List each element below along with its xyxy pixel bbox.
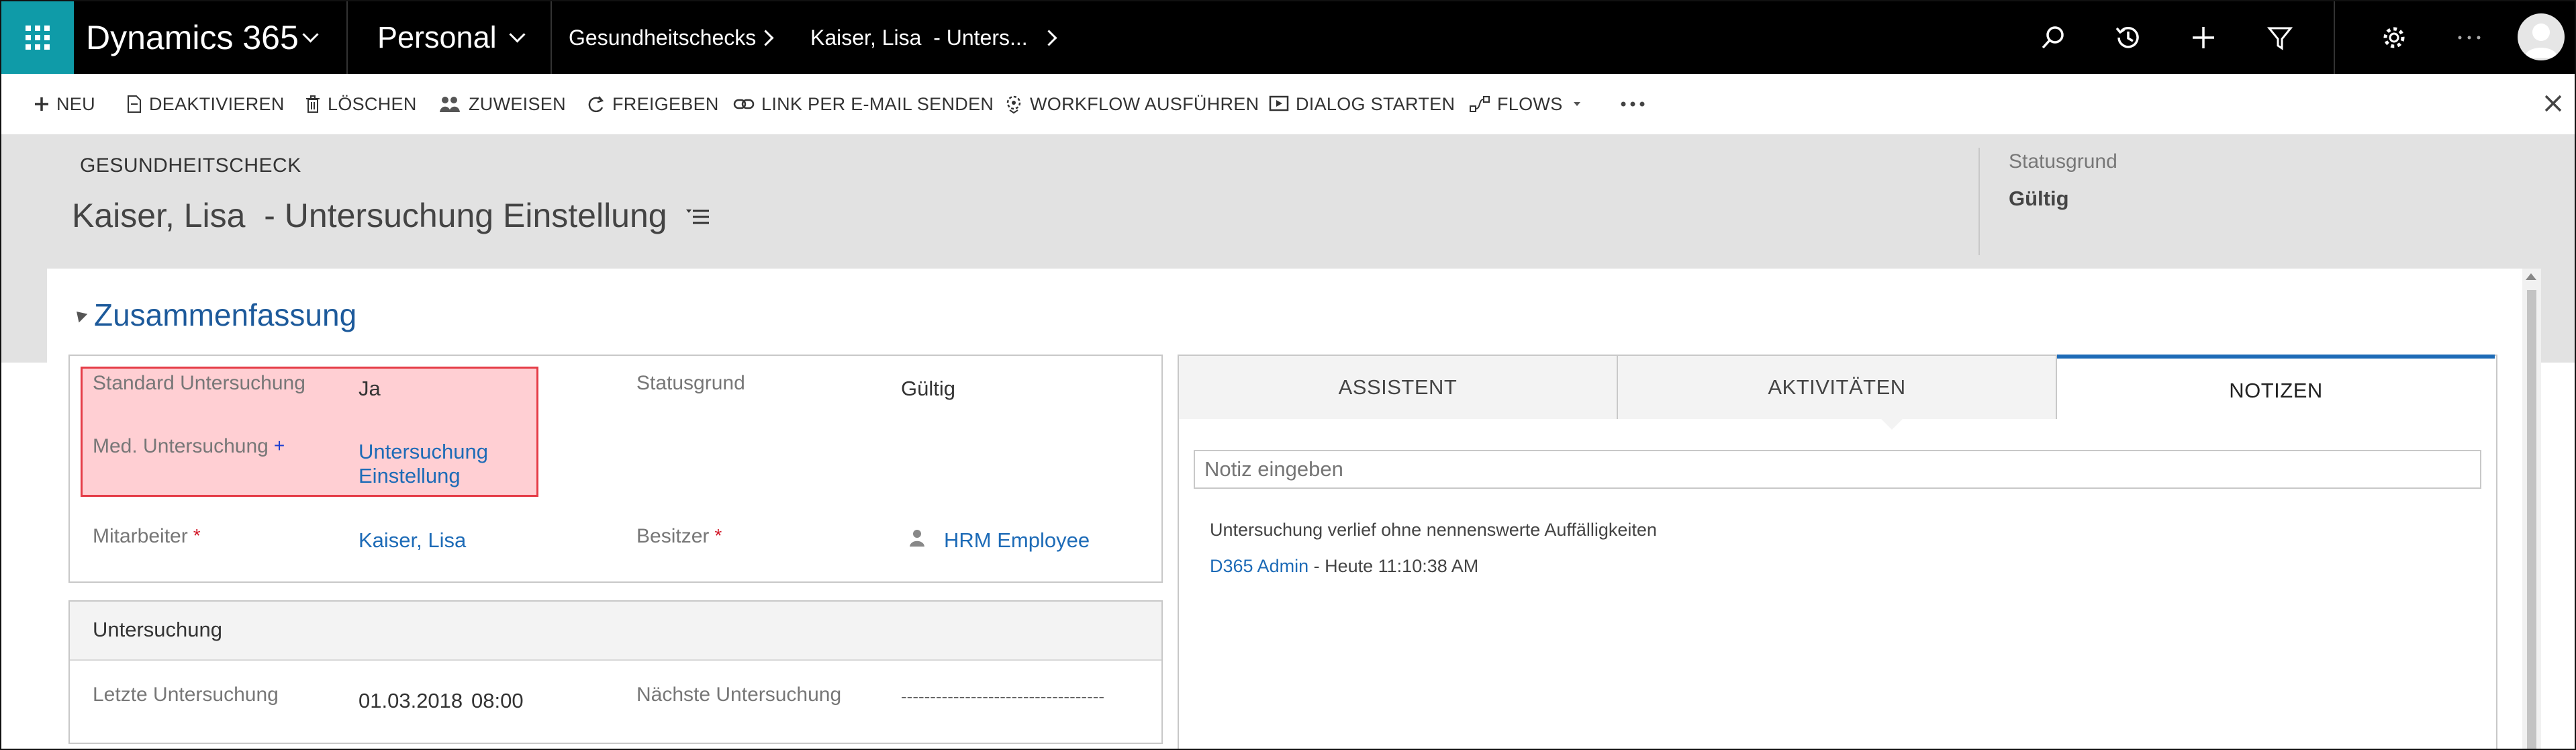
examination-section-header xyxy=(70,602,1161,661)
nav-divider xyxy=(346,1,348,74)
status-reason-value[interactable]: Gültig xyxy=(901,377,955,401)
med-exam-value-line1[interactable]: Untersuchung xyxy=(359,440,488,464)
page-title: Kaiser, Lisa - Untersuchung Einstellung xyxy=(72,197,667,234)
form-selector-icon[interactable] xyxy=(685,207,710,230)
new-button[interactable]: NEU xyxy=(34,74,95,134)
more-commands-icon[interactable] xyxy=(1619,74,1653,134)
document-icon xyxy=(128,95,141,113)
scrollbar-thumb[interactable] xyxy=(2527,290,2536,749)
nav-divider xyxy=(551,1,552,74)
link-icon xyxy=(733,99,755,109)
start-dialog-button-label: DIALOG STARTEN xyxy=(1296,93,1456,114)
app-launcher-button[interactable] xyxy=(1,1,74,74)
waffle-icon xyxy=(26,26,50,50)
required-mark: * xyxy=(193,525,201,546)
note-separator: - xyxy=(1308,556,1325,576)
deactivate-button[interactable]: DEAKTIVIEREN xyxy=(126,74,285,134)
section-title-examination: Untersuchung xyxy=(93,618,223,641)
header-status-label: Statusgrund xyxy=(2009,150,2117,173)
section-toggle-summary[interactable]: Zusammenfassung xyxy=(72,297,357,333)
owner-link[interactable]: HRM Employee xyxy=(944,528,1090,553)
plus-icon[interactable] xyxy=(2177,1,2230,74)
plus-icon xyxy=(35,97,48,111)
breadcrumb-record[interactable]: Kaiser, Lisa - Unters... xyxy=(810,1,1028,74)
share-icon xyxy=(588,96,604,113)
deactivate-button-label: DEAKTIVIEREN xyxy=(149,93,285,114)
app-window: Dynamics 365 Personal Gesundheitschecks … xyxy=(0,0,2576,750)
nav-divider xyxy=(2334,1,2335,74)
app-dropdown-chevron-icon[interactable] xyxy=(302,1,319,74)
new-button-label: NEU xyxy=(56,93,95,114)
collapse-triangle-icon xyxy=(72,307,88,323)
next-exam-label: Nächste Untersuchung xyxy=(636,684,842,706)
area-switcher[interactable]: Personal xyxy=(377,1,497,74)
last-exam-label: Letzte Untersuchung xyxy=(93,684,279,706)
run-workflow-button[interactable]: WORKFLOW AUSFÜHREN xyxy=(1004,74,1259,134)
standard-exam-label: Standard Untersuchung xyxy=(93,372,305,394)
app-name[interactable]: Dynamics 365 xyxy=(86,1,299,74)
next-exam-value[interactable]: ----------------------------------- xyxy=(901,686,1104,707)
close-icon[interactable] xyxy=(2543,93,2563,117)
tab-pointer xyxy=(1881,419,1903,430)
breadcrumb-entity[interactable]: Gesundheitschecks xyxy=(569,1,756,74)
delete-button[interactable]: LÖSCHEN xyxy=(305,74,417,134)
filter-icon[interactable] xyxy=(2253,1,2307,74)
settings-gear-icon[interactable] xyxy=(2367,1,2421,74)
note-text: Untersuchung verlief ohne nennenswerte A… xyxy=(1210,520,1657,540)
note-author-link[interactable]: D365 Admin xyxy=(1210,556,1308,576)
owner-label: Besitzer xyxy=(636,525,710,547)
tab-notes[interactable]: NOTIZEN xyxy=(2057,355,2495,423)
breadcrumb-chevron-icon[interactable] xyxy=(1041,1,1057,74)
dialog-play-icon xyxy=(1269,95,1289,111)
flows-dropdown-button[interactable]: FLOWS xyxy=(1469,74,1592,134)
assign-button[interactable]: ZUWEISEN xyxy=(439,74,566,134)
section-title-summary: Zusammenfassung xyxy=(94,297,357,332)
start-dialog-button[interactable]: DIALOG STARTEN xyxy=(1269,74,1455,134)
assign-users-icon xyxy=(440,97,460,112)
employee-label: Mitarbeiter xyxy=(93,525,188,547)
top-navigation-bar: Dynamics 365 Personal Gesundheitschecks … xyxy=(1,1,2575,74)
note-timestamp: Heute 11:10:38 AM xyxy=(1325,556,1479,576)
last-exam-date[interactable]: 01.03.2018 xyxy=(359,689,463,713)
more-options-icon[interactable] xyxy=(2442,1,2496,74)
med-exam-label: Med. Untersuchung xyxy=(93,435,269,457)
last-exam-time[interactable]: 08:00 xyxy=(471,689,524,713)
email-link-button-label: LINK PER E-MAIL SENDEN xyxy=(761,93,994,114)
owner-label-group: Besitzer * xyxy=(636,525,722,548)
share-button[interactable]: FREIGEBEN xyxy=(587,74,719,134)
med-exam-value-line2[interactable]: Einstellung xyxy=(359,464,461,488)
delete-button-label: LÖSCHEN xyxy=(328,93,417,114)
search-icon[interactable] xyxy=(2026,1,2080,74)
standard-exam-value[interactable]: Ja xyxy=(359,377,381,401)
user-icon xyxy=(909,528,925,551)
status-reason-label: Statusgrund xyxy=(636,372,745,394)
assign-button-label: ZUWEISEN xyxy=(469,93,566,114)
recent-history-icon[interactable] xyxy=(2101,1,2155,74)
required-mark: * xyxy=(714,525,722,546)
tab-assistant[interactable]: ASSISTENT xyxy=(1179,356,1618,419)
header-divider xyxy=(1978,148,1980,255)
scroll-up-arrow-icon[interactable] xyxy=(2526,273,2536,280)
run-workflow-button-label: WORKFLOW AUSFÜHREN xyxy=(1030,93,1259,114)
entity-type-label: GESUNDHEITSCHECK xyxy=(80,154,301,177)
trash-icon xyxy=(306,95,320,113)
share-button-label: FREIGEBEN xyxy=(612,93,719,114)
area-dropdown-chevron-icon[interactable] xyxy=(509,1,526,74)
flows-icon xyxy=(1470,96,1490,112)
med-exam-label-group: Med. Untersuchung + xyxy=(93,435,285,458)
note-meta: D365 Admin - Heute 11:10:38 AM xyxy=(1210,556,1478,577)
flows-button-label: FLOWS xyxy=(1497,93,1563,114)
workflow-icon xyxy=(1006,95,1021,114)
employee-label-group: Mitarbeiter * xyxy=(93,525,201,548)
note-input[interactable] xyxy=(1194,450,2481,489)
tab-activities[interactable]: AKTIVITÄTEN xyxy=(1618,356,2057,419)
header-status-value: Gültig xyxy=(2009,187,2069,210)
employee-link[interactable]: Kaiser, Lisa xyxy=(359,528,466,553)
recommended-mark: + xyxy=(273,435,285,456)
breadcrumb-chevron-icon xyxy=(757,1,774,74)
user-avatar[interactable] xyxy=(2518,13,2565,60)
command-bar: NEU DEAKTIVIEREN LÖSCHEN ZUWEISEN FREIGE… xyxy=(1,74,2575,135)
caret-down-icon xyxy=(1573,102,1580,106)
email-link-button[interactable]: LINK PER E-MAIL SENDEN xyxy=(733,74,994,134)
